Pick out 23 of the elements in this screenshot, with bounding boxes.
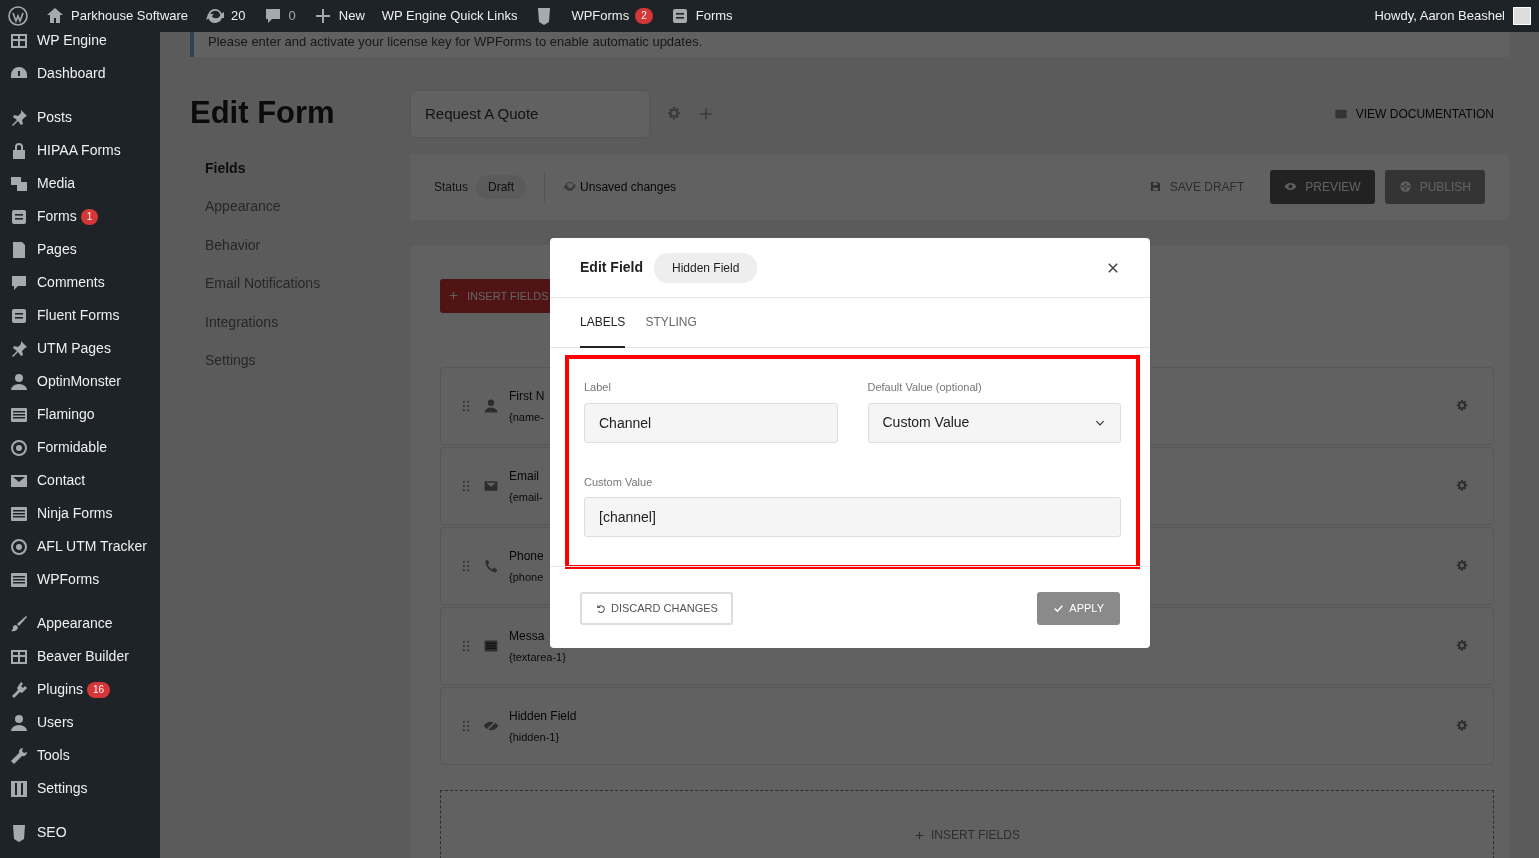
count-badge: 2 bbox=[635, 8, 653, 24]
field-type-badge: Hidden Field bbox=[654, 252, 758, 283]
field-tag: {phone bbox=[509, 568, 544, 586]
status-label: Status bbox=[434, 178, 469, 196]
field-label: Custom Value bbox=[584, 474, 654, 490]
field-name: Hidden Field bbox=[509, 707, 577, 725]
field-tag: {email- bbox=[509, 488, 543, 506]
field-name: Phone bbox=[509, 547, 544, 565]
count-badge: 16 bbox=[86, 681, 111, 698]
unsaved-text: Unsaved changes bbox=[580, 178, 677, 196]
count-badge: 1 bbox=[80, 208, 99, 225]
field-tag: {textarea-1} bbox=[509, 648, 566, 666]
field-tag: {hidden-1} bbox=[509, 728, 577, 746]
field-name: First N bbox=[509, 387, 545, 405]
status-pill: Draft bbox=[476, 174, 527, 199]
field-label: Label bbox=[584, 380, 612, 395]
field-name: Email bbox=[509, 467, 540, 485]
dialog-title: Edit Field bbox=[580, 258, 643, 277]
field-name: Messa bbox=[509, 627, 546, 645]
notice-text: Please enter and activate your license key for WPForms to enable automatic updates. bbox=[190, 32, 1509, 57]
page-title: Edit Form bbox=[190, 94, 336, 133]
field-tag: {name- bbox=[509, 408, 545, 426]
field-label: Default Value (optional) bbox=[867, 380, 983, 395]
